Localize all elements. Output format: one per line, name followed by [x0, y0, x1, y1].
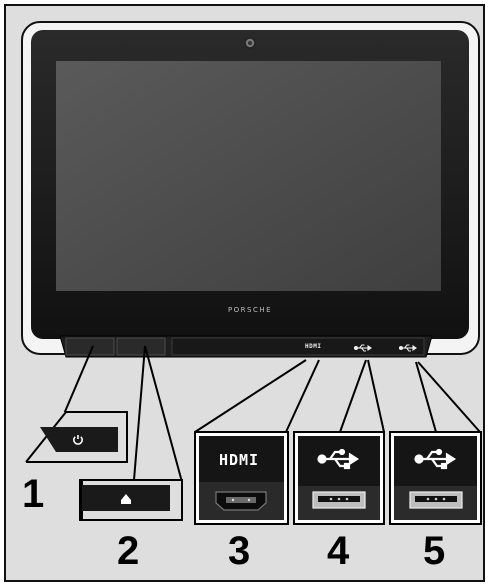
- leader-line-5b: [417, 361, 481, 433]
- callout-number-2: 2: [117, 529, 140, 573]
- callout-number-4: 4: [327, 529, 350, 573]
- leader-line-4b: [367, 359, 385, 433]
- device-illustration: [21, 21, 482, 525]
- leader-line-3a: [194, 359, 307, 433]
- screen: [56, 61, 441, 291]
- port-strip: [171, 337, 425, 356]
- brand-logo-text: PORSCHE: [227, 306, 273, 314]
- hdmi-label-small: HDMI: [305, 343, 322, 350]
- hdmi-label-large: HDMI: [218, 451, 260, 469]
- callout-number-3: 3: [228, 529, 251, 573]
- callout-number-5: 5: [423, 529, 446, 573]
- callout-number-1: 1: [22, 472, 45, 516]
- home-button-slot: [116, 337, 166, 356]
- leader-line-4a: [339, 359, 367, 433]
